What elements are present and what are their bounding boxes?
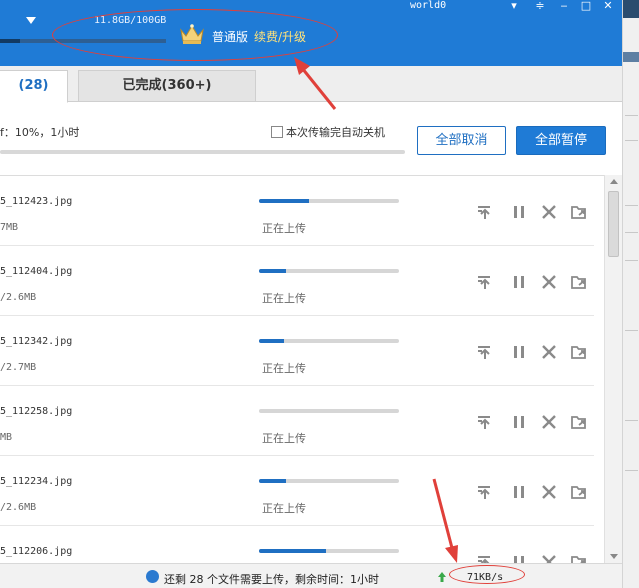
upload-first-icon[interactable] xyxy=(475,273,493,291)
tab-completed[interactable]: 已完成(360+) xyxy=(78,70,256,102)
scroll-up-icon[interactable] xyxy=(610,179,618,184)
upgrade-link[interactable]: 续费/升级 xyxy=(254,28,306,45)
auto-shutdown-option[interactable]: 本次传输完自动关机 xyxy=(271,124,385,140)
delete-icon[interactable] xyxy=(540,553,558,563)
file-size: /2.6MB xyxy=(0,292,37,303)
scrollbar-thumb[interactable] xyxy=(608,191,619,257)
close-icon[interactable]: ✕ xyxy=(599,0,617,13)
upload-list: 5_112423.jpg 7MB 正在上传 5_112404.jpg /2.6M… xyxy=(0,175,604,563)
file-status: 正在上传 xyxy=(262,222,306,235)
pause-icon[interactable] xyxy=(510,343,528,361)
file-progress-bar xyxy=(259,269,399,273)
vertical-scrollbar[interactable] xyxy=(604,175,622,563)
pause-all-button[interactable]: 全部暂停 xyxy=(516,126,606,155)
status-bar: 还剩 28 个文件需要上传，剩余时间：1小时 71KB/s xyxy=(0,563,622,588)
minimize-icon[interactable]: ‒ xyxy=(555,0,573,13)
open-folder-icon[interactable] xyxy=(570,483,588,501)
file-progress-bar xyxy=(259,199,399,203)
auto-shutdown-label: 本次传输完自动关机 xyxy=(286,126,385,139)
delete-icon[interactable] xyxy=(540,343,558,361)
file-name: 5_112206.jpg xyxy=(0,546,73,557)
upload-speed: 71KB/s xyxy=(467,572,504,583)
tab-uploading[interactable]: (28) xyxy=(0,70,68,103)
crown-icon xyxy=(180,24,204,44)
file-row[interactable]: 5_112342.jpg /2.7MB 正在上传 xyxy=(0,316,594,386)
info-icon xyxy=(146,570,159,583)
pause-icon[interactable] xyxy=(510,553,528,563)
open-folder-icon[interactable] xyxy=(570,553,588,563)
upload-first-icon[interactable] xyxy=(475,553,493,563)
delete-icon[interactable] xyxy=(540,273,558,291)
file-progress-fill xyxy=(259,269,286,273)
file-progress-bar xyxy=(259,549,399,553)
storage-bar xyxy=(0,39,166,43)
file-row[interactable]: 5_112258.jpg MB 正在上传 xyxy=(0,386,594,456)
vip-label: 普通版 xyxy=(212,30,249,44)
file-progress-fill xyxy=(259,549,326,553)
delete-icon[interactable] xyxy=(540,413,558,431)
file-row[interactable]: 5_112423.jpg 7MB 正在上传 xyxy=(0,176,594,246)
background-window-strip xyxy=(622,0,639,588)
overall-progress-bar xyxy=(0,150,405,154)
auto-shutdown-checkbox[interactable] xyxy=(271,126,283,138)
file-size: 7MB xyxy=(0,222,19,233)
file-row[interactable]: 5_112234.jpg /2.6MB 正在上传 xyxy=(0,456,594,526)
file-size: MB xyxy=(0,432,13,443)
upload-first-icon[interactable] xyxy=(475,483,493,501)
open-folder-icon[interactable] xyxy=(570,343,588,361)
storage-quota: 11.8GB/100GB xyxy=(94,15,167,26)
open-folder-icon[interactable] xyxy=(570,203,588,221)
file-progress-bar xyxy=(259,479,399,483)
file-row[interactable]: 5_112206.jpg xyxy=(0,526,594,563)
file-name: 5_112258.jpg xyxy=(0,406,73,417)
file-status: 正在上传 xyxy=(262,432,306,445)
file-size: /2.6MB xyxy=(0,502,37,513)
file-size: /2.7MB xyxy=(0,362,37,373)
file-progress-bar xyxy=(259,409,399,413)
upload-first-icon[interactable] xyxy=(475,343,493,361)
file-name: 5_112342.jpg xyxy=(0,336,73,347)
file-progress-bar xyxy=(259,339,399,343)
open-folder-icon[interactable] xyxy=(570,413,588,431)
upload-first-icon[interactable] xyxy=(475,413,493,431)
username: world0 xyxy=(410,0,447,11)
storage-bar-fill xyxy=(0,39,20,43)
overall-progress-text: f：10%，1小时 xyxy=(0,126,80,139)
pause-icon[interactable] xyxy=(510,483,528,501)
file-progress-fill xyxy=(259,339,284,343)
delete-icon[interactable] xyxy=(540,483,558,501)
remaining-files-text: 还剩 28 个文件需要上传，剩余时间：1小时 xyxy=(164,573,379,586)
tab-bar: (28) 已完成(360+) xyxy=(0,66,622,103)
file-name: 5_112404.jpg xyxy=(0,266,73,277)
account-dropdown-icon[interactable] xyxy=(26,17,36,24)
upload-first-icon[interactable] xyxy=(475,203,493,221)
title-bar: 11.8GB/100GB 普通版 续费/升级 world0 ▾ ≑ ‒ □ ✕ xyxy=(0,0,622,66)
file-name: 5_112423.jpg xyxy=(0,196,73,207)
open-folder-icon[interactable] xyxy=(570,273,588,291)
file-row[interactable]: 5_112404.jpg /2.6MB 正在上传 xyxy=(0,246,594,316)
pause-icon[interactable] xyxy=(510,273,528,291)
file-status: 正在上传 xyxy=(262,292,306,305)
chevron-down-icon[interactable]: ▾ xyxy=(505,0,523,13)
scroll-down-icon[interactable] xyxy=(610,554,618,559)
file-name: 5_112234.jpg xyxy=(0,476,73,487)
upload-arrow-icon xyxy=(438,572,446,582)
file-progress-fill xyxy=(259,199,309,203)
delete-icon[interactable] xyxy=(540,203,558,221)
file-status: 正在上传 xyxy=(262,362,306,375)
file-status: 正在上传 xyxy=(262,502,306,515)
menu-icon[interactable]: ≑ xyxy=(531,0,549,13)
file-progress-fill xyxy=(259,479,286,483)
cancel-all-button[interactable]: 全部取消 xyxy=(417,126,506,155)
pause-icon[interactable] xyxy=(510,413,528,431)
pause-icon[interactable] xyxy=(510,203,528,221)
maximize-icon[interactable]: □ xyxy=(577,0,595,13)
